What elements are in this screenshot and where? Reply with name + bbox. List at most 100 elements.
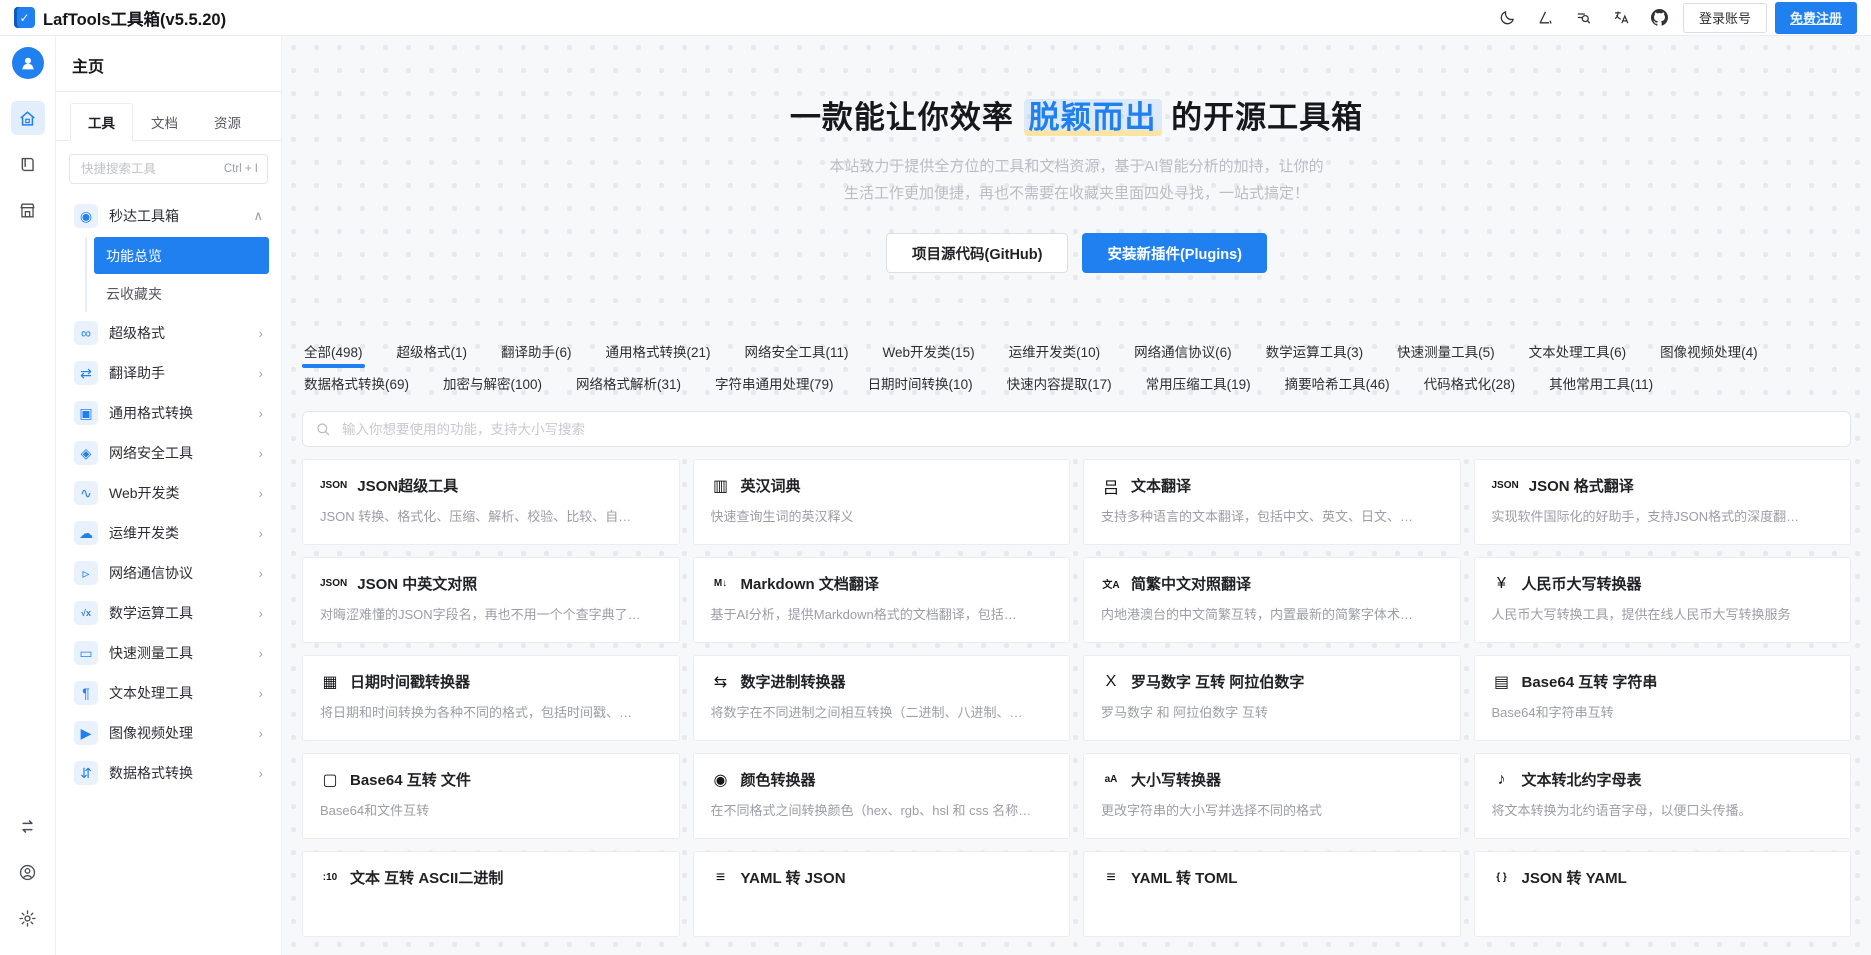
app-logo[interactable]: ✓ LafTools工具箱(v5.5.20) <box>14 6 226 30</box>
rail-settings-button[interactable] <box>11 901 45 935</box>
tool-card[interactable]: JSONJSON 格式翻译实现软件国际化的好助手，支持JSON格式的深度翻… <box>1474 459 1852 545</box>
filter-tab[interactable]: 字符串通用处理(79) <box>713 369 836 397</box>
login-button[interactable]: 登录账号 <box>1683 3 1767 33</box>
tool-card[interactable]: M↓Markdown 文档翻译基于AI分析，提供Markdown格式的文档翻译，… <box>693 557 1071 643</box>
filter-tab[interactable]: 网络格式解析(31) <box>574 369 683 397</box>
tool-card[interactable]: aA大小写转换器更改字符串的大小写并选择不同的格式 <box>1083 753 1461 839</box>
tool-card[interactable]: ≡YAML 转 TOML <box>1083 851 1461 937</box>
sidebar-group-miaoda-toolbox[interactable]: ◉秒达工具箱∧ <box>68 196 269 236</box>
tool-card[interactable]: :10文本 互转 ASCII二进制 <box>302 851 680 937</box>
sidebar-item-text-tools[interactable]: ¶文本处理工具› <box>68 673 269 713</box>
tool-search <box>302 411 1851 447</box>
tool-card-title: JSON 格式翻译 <box>1529 475 1634 496</box>
register-button[interactable]: 免费注册 <box>1775 2 1857 34</box>
chevron-right-icon: › <box>259 726 263 741</box>
rail-docs-button[interactable] <box>11 147 45 181</box>
filter-tab[interactable]: 快速内容提取(17) <box>1005 369 1114 397</box>
tool-search-input[interactable] <box>340 421 1838 438</box>
rail-account-button[interactable] <box>11 855 45 889</box>
sidebar-item-label: 网络通信协议 <box>109 563 193 583</box>
tool-card-title: Base64 互转 字符串 <box>1522 671 1658 692</box>
tool-card[interactable]: ¥人民币大写转换器人民币大写转换工具，提供在线人民币大写转换服务 <box>1474 557 1852 643</box>
sidebar-item-math-tools[interactable]: √x数学运算工具› <box>68 593 269 633</box>
tool-card[interactable]: ▥英汉词典快速查询生词的英汉释义 <box>693 459 1071 545</box>
filter-tab[interactable]: 图像视频处理(4) <box>1658 337 1760 365</box>
sidebar-menu: ◉秒达工具箱∧功能总览云收藏夹∞超级格式›⇄翻译助手›▣通用格式转换›◈网络安全… <box>56 192 281 797</box>
tool-card-desc: 在不同格式之间转换颜色（hex、rgb、hsl 和 css 名称… <box>711 800 1053 819</box>
sidebar-tab-0[interactable]: 工具 <box>70 103 133 141</box>
github-icon[interactable] <box>1645 5 1675 31</box>
filter-tab[interactable]: 代码格式化(28) <box>1422 369 1518 397</box>
filter-tab[interactable]: 加密与解密(100) <box>441 369 544 397</box>
hero-title-prefix: 一款能让你效率 <box>790 100 1024 135</box>
tool-card[interactable]: ▦日期时间戳转换器将日期和时间转换为各种不同的格式，包括时间戳、… <box>302 655 680 741</box>
tool-card[interactable]: 吕文本翻译支持多种语言的文本翻译，包括中文、英文、日文、… <box>1083 459 1461 545</box>
filter-tab[interactable]: 通用格式转换(21) <box>604 337 713 365</box>
tool-card[interactable]: ▢Base64 互转 文件Base64和文件互转 <box>302 753 680 839</box>
github-source-button[interactable]: 项目源代码(GitHub) <box>886 233 1068 273</box>
rail-store-button[interactable] <box>11 193 45 227</box>
rail-home-button[interactable] <box>11 101 45 135</box>
filter-tab[interactable]: 全部(498) <box>302 337 365 365</box>
sidebar-search-input[interactable] <box>79 161 218 177</box>
sidebar-tab-2[interactable]: 资源 <box>196 103 259 141</box>
dark-mode-icon[interactable] <box>1493 5 1523 31</box>
security-icon: ◈ <box>74 441 98 465</box>
sidebar-item-format-convert[interactable]: ▣通用格式转换› <box>68 393 269 433</box>
tool-card[interactable]: ▤Base64 互转 字符串Base64和字符串互转 <box>1474 655 1852 741</box>
sidebar-item-media-tools[interactable]: ▶图像视频处理› <box>68 713 269 753</box>
filter-tab[interactable]: Web开发类(15) <box>881 337 977 365</box>
tool-card[interactable]: ♪文本转北约字母表将文本转换为北约语音字母，以便口头传播。 <box>1474 753 1852 839</box>
tool-card-head: ♪文本转北约字母表 <box>1492 769 1834 790</box>
tool-card[interactable]: JSONJSON 中英文对照对晦涩难懂的JSON字段名，再也不用一个个查字典了… <box>302 557 680 643</box>
sidebar-item-network-protocol[interactable]: ▹网络通信协议› <box>68 553 269 593</box>
tool-card[interactable]: { }JSON 转 YAML <box>1474 851 1852 937</box>
filter-tab[interactable]: 日期时间转换(10) <box>866 369 975 397</box>
filter-tab[interactable]: 网络通信协议(6) <box>1132 337 1234 365</box>
filter-tab[interactable]: 运维开发类(10) <box>1007 337 1103 365</box>
filter-tab[interactable]: 常用压缩工具(19) <box>1144 369 1253 397</box>
install-plugins-button[interactable]: 安装新插件(Plugins) <box>1082 233 1267 273</box>
sidebar-item-security-tools[interactable]: ◈网络安全工具› <box>68 433 269 473</box>
hero-subtitle: 本站致力于提供全方位的工具和文档资源，基于AI智能分析的加持，让你的 生活工作更… <box>282 153 1871 207</box>
tool-card[interactable]: ⇆数字进制转换器将数字在不同进制之间相互转换（二进制、八进制、… <box>693 655 1071 741</box>
filter-tab[interactable]: 翻译助手(6) <box>499 337 574 365</box>
sidebar-item-translate-assist[interactable]: ⇄翻译助手› <box>68 353 269 393</box>
filter-tabs: 全部(498) 超级格式(1) 翻译助手(6) 通用格式转换(21) 网络安全工具(11… <box>302 335 1851 399</box>
sidebar-item-label: 图像视频处理 <box>109 723 193 743</box>
rail-transfer-button[interactable] <box>11 809 45 843</box>
tool-card[interactable]: X罗马数字 互转 阿拉伯数字罗马数字 和 阿拉伯数字 互转 <box>1083 655 1461 741</box>
sidebar-item-data-convert[interactable]: ⇵数据格式转换› <box>68 753 269 793</box>
avatar[interactable] <box>12 47 44 79</box>
sidebar-subitem-cloud-favorites[interactable]: 云收藏夹 <box>94 275 269 312</box>
sidebar-item-measure-tools[interactable]: ▭快速测量工具› <box>68 633 269 673</box>
sidebar-tab-1[interactable]: 文档 <box>133 103 196 141</box>
tool-card[interactable]: 文A简繁中文对照翻译内地港澳台的中文简繁互转，内置最新的简繁字体术… <box>1083 557 1461 643</box>
filter-tab[interactable]: 数学运算工具(3) <box>1264 337 1366 365</box>
sidebar-item-web-dev[interactable]: ∿Web开发类› <box>68 473 269 513</box>
translate-icon[interactable] <box>1607 5 1637 31</box>
filter-tab[interactable]: 文本处理工具(6) <box>1527 337 1629 365</box>
sidebar-subitem-feature-overview[interactable]: 功能总览 <box>94 237 269 274</box>
filter-tab[interactable]: 快速测量工具(5) <box>1395 337 1497 365</box>
tool-card-desc: 将数字在不同进制之间相互转换（二进制、八进制、… <box>711 702 1053 721</box>
tool-card[interactable]: ≡YAML 转 JSON <box>693 851 1071 937</box>
filter-tab[interactable]: 其他常用工具(11) <box>1547 369 1655 397</box>
tool-card[interactable]: JSONJSON超级工具JSON 转换、格式化、压缩、解析、校验、比较、自… <box>302 459 680 545</box>
swap-icon: ⇆ <box>711 672 731 692</box>
yuan-icon: ¥ <box>1492 574 1512 594</box>
search-panel-icon[interactable] <box>1569 5 1599 31</box>
tool-card-head: ▢Base64 互转 文件 <box>320 769 662 790</box>
sidebar-item-super-format[interactable]: ∞超级格式› <box>68 313 269 353</box>
filter-tab[interactable]: 网络安全工具(11) <box>743 337 851 365</box>
tool-card[interactable]: ◉颜色转换器在不同格式之间转换颜色（hex、rgb、hsl 和 css 名称… <box>693 753 1071 839</box>
feedback-icon[interactable] <box>1531 5 1561 31</box>
doc-icon: ▤ <box>1492 672 1512 692</box>
sidebar-item-label: 数据格式转换 <box>109 763 193 783</box>
sidebar-group-children: 功能总览云收藏夹 <box>85 237 269 312</box>
filter-tab[interactable]: 数据格式转换(69) <box>302 369 411 397</box>
filter-tab[interactable]: 摘要哈希工具(46) <box>1283 369 1392 397</box>
tool-card-desc: 内地港澳台的中文简繁互转，内置最新的简繁字体术… <box>1101 604 1443 623</box>
sidebar-item-ops-dev[interactable]: ☁运维开发类› <box>68 513 269 553</box>
filter-tab[interactable]: 超级格式(1) <box>395 337 470 365</box>
